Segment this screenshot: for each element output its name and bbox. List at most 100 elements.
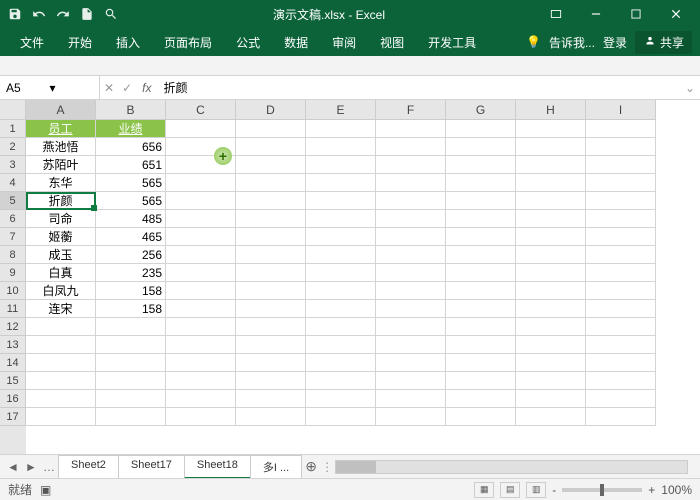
cell[interactable] bbox=[446, 120, 516, 138]
cell[interactable] bbox=[376, 156, 446, 174]
cell[interactable] bbox=[306, 156, 376, 174]
cell[interactable]: 465 bbox=[96, 228, 166, 246]
column-header[interactable]: I bbox=[586, 100, 656, 120]
view-pagebreak-icon[interactable]: ▥ bbox=[526, 482, 546, 498]
cell[interactable]: 成玉 bbox=[26, 246, 96, 264]
sheet-tab[interactable]: Sheet17 bbox=[118, 455, 185, 479]
cell[interactable] bbox=[376, 210, 446, 228]
cell[interactable] bbox=[446, 354, 516, 372]
cell[interactable] bbox=[446, 336, 516, 354]
cell[interactable]: 白真 bbox=[26, 264, 96, 282]
cell[interactable] bbox=[306, 318, 376, 336]
column-header[interactable]: F bbox=[376, 100, 446, 120]
cell[interactable] bbox=[586, 174, 656, 192]
cell[interactable] bbox=[166, 300, 236, 318]
cell[interactable] bbox=[516, 210, 586, 228]
cell[interactable] bbox=[96, 336, 166, 354]
column-header[interactable]: D bbox=[236, 100, 306, 120]
name-box[interactable]: A5 ▾ bbox=[0, 76, 100, 99]
maximize-icon[interactable] bbox=[616, 0, 656, 28]
cell[interactable] bbox=[236, 174, 306, 192]
cell[interactable] bbox=[376, 120, 446, 138]
cell[interactable] bbox=[376, 246, 446, 264]
cell[interactable] bbox=[446, 228, 516, 246]
cell[interactable] bbox=[446, 246, 516, 264]
cell[interactable] bbox=[516, 282, 586, 300]
cell[interactable] bbox=[516, 336, 586, 354]
cell[interactable] bbox=[96, 354, 166, 372]
cell[interactable] bbox=[376, 264, 446, 282]
cell[interactable] bbox=[516, 174, 586, 192]
cell[interactable] bbox=[586, 282, 656, 300]
cell[interactable] bbox=[166, 192, 236, 210]
cell[interactable]: 656 bbox=[96, 138, 166, 156]
cell[interactable] bbox=[376, 300, 446, 318]
row-header[interactable]: 7 bbox=[0, 228, 26, 246]
row-header[interactable]: 11 bbox=[0, 300, 26, 318]
enter-icon[interactable]: ✓ bbox=[122, 81, 132, 95]
cell[interactable] bbox=[516, 246, 586, 264]
cell[interactable] bbox=[376, 372, 446, 390]
cell[interactable] bbox=[236, 282, 306, 300]
cell[interactable] bbox=[516, 372, 586, 390]
row-header[interactable]: 15 bbox=[0, 372, 26, 390]
cell[interactable] bbox=[306, 408, 376, 426]
cell[interactable] bbox=[376, 138, 446, 156]
cell[interactable] bbox=[516, 120, 586, 138]
cell[interactable] bbox=[306, 174, 376, 192]
cell[interactable] bbox=[586, 246, 656, 264]
tab-formulas[interactable]: 公式 bbox=[224, 28, 272, 56]
cell[interactable] bbox=[376, 354, 446, 372]
cell[interactable] bbox=[166, 228, 236, 246]
cell[interactable] bbox=[586, 264, 656, 282]
sheet-tab[interactable]: Sheet2 bbox=[58, 455, 119, 479]
view-normal-icon[interactable]: ▦ bbox=[474, 482, 494, 498]
cell[interactable] bbox=[96, 390, 166, 408]
row-header[interactable]: 8 bbox=[0, 246, 26, 264]
cell[interactable] bbox=[516, 354, 586, 372]
row-header[interactable]: 12 bbox=[0, 318, 26, 336]
cell[interactable] bbox=[446, 138, 516, 156]
cell[interactable] bbox=[166, 408, 236, 426]
column-header[interactable]: B bbox=[96, 100, 166, 120]
cell[interactable] bbox=[236, 210, 306, 228]
save-icon[interactable] bbox=[4, 3, 26, 25]
cell[interactable]: 折颜 bbox=[26, 192, 96, 210]
cell[interactable] bbox=[586, 336, 656, 354]
cell[interactable] bbox=[586, 408, 656, 426]
cell[interactable] bbox=[586, 228, 656, 246]
tell-me[interactable]: 告诉我... bbox=[549, 34, 595, 51]
signin-link[interactable]: 登录 bbox=[603, 34, 627, 51]
tab-file[interactable]: 文件 bbox=[8, 28, 56, 56]
row-header[interactable]: 13 bbox=[0, 336, 26, 354]
cell[interactable]: 东华 bbox=[26, 174, 96, 192]
cell[interactable] bbox=[586, 354, 656, 372]
cell[interactable] bbox=[166, 282, 236, 300]
cell[interactable] bbox=[446, 210, 516, 228]
cell[interactable] bbox=[26, 318, 96, 336]
row-header[interactable]: 14 bbox=[0, 354, 26, 372]
cell[interactable] bbox=[516, 228, 586, 246]
cell[interactable]: 256 bbox=[96, 246, 166, 264]
cell[interactable] bbox=[516, 264, 586, 282]
cell[interactable] bbox=[446, 408, 516, 426]
cell[interactable] bbox=[446, 300, 516, 318]
cell[interactable] bbox=[26, 390, 96, 408]
fx-icon[interactable]: fx bbox=[136, 81, 157, 95]
tab-view[interactable]: 视图 bbox=[368, 28, 416, 56]
expand-formula-bar-icon[interactable]: ⌄ bbox=[680, 81, 700, 95]
cell[interactable] bbox=[166, 318, 236, 336]
cell[interactable] bbox=[376, 408, 446, 426]
column-header[interactable]: C bbox=[166, 100, 236, 120]
cell[interactable]: 姬蘅 bbox=[26, 228, 96, 246]
cell[interactable] bbox=[236, 300, 306, 318]
cell[interactable] bbox=[586, 192, 656, 210]
cell[interactable] bbox=[516, 300, 586, 318]
cell[interactable]: 158 bbox=[96, 300, 166, 318]
cell[interactable] bbox=[446, 174, 516, 192]
row-header[interactable]: 1 bbox=[0, 120, 26, 138]
row-header[interactable]: 17 bbox=[0, 408, 26, 426]
cell[interactable] bbox=[166, 354, 236, 372]
cell[interactable] bbox=[376, 192, 446, 210]
tab-insert[interactable]: 插入 bbox=[104, 28, 152, 56]
